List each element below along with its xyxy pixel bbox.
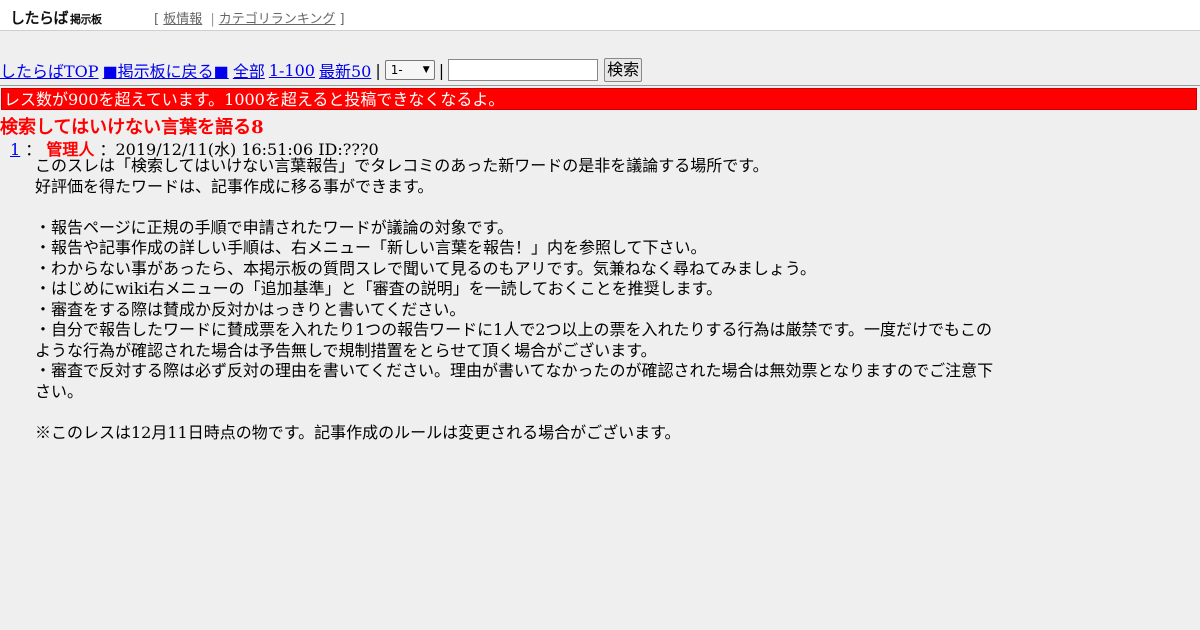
post-line: さい。 xyxy=(35,381,84,401)
header-separator: | xyxy=(210,12,215,27)
thread-navigation: したらばTOP ■掲示板に戻る■ 全部 1-100 最新50 | 1- ▼ | … xyxy=(0,57,643,83)
board-info-link[interactable]: 板情報 xyxy=(163,12,202,27)
dropdown-arrow-icon: ▼ xyxy=(422,65,430,75)
category-ranking-link[interactable]: カテゴリランキング xyxy=(219,12,336,27)
post-body: このスレは「検索してはいけない言葉報告」でタレコミのあった新ワードの是非を議論す… xyxy=(35,156,1010,443)
site-logo[interactable]: したらば 掲示板 xyxy=(10,7,102,28)
post-line: ・報告ページに正規の手順で申請されたワードが議論の対象です。 xyxy=(35,217,514,237)
divider xyxy=(0,85,1200,86)
bracket-close: ] xyxy=(339,12,345,27)
post-line: ・審査で反対する際は必ず反対の理由を書いてください。理由が書いてなかったのが確認… xyxy=(35,361,994,380)
post-line: ・わからない事があったら、本掲示板の質問スレで聞いて見るのもアリです。気兼ねなく… xyxy=(35,258,816,278)
logo-main-text: したらば xyxy=(10,9,69,27)
search-input[interactable] xyxy=(448,59,599,81)
post-line: ・自分で報告したワードに賛成票を入れたり1つの報告ワードに1人で2つ以上の票を入… xyxy=(35,320,992,339)
logo-sub-text: 掲示板 xyxy=(70,13,102,26)
all-posts-link[interactable]: 全部 xyxy=(233,58,265,82)
range-select-value: 1- xyxy=(390,63,403,77)
post-line xyxy=(35,197,1010,218)
posts-1-100-link[interactable]: 1-100 xyxy=(269,61,315,80)
post-line: ・はじめにwiki右メニューの「追加基準」と「審査の説明」を一読しておくことを推… xyxy=(35,279,723,298)
latest-50-link[interactable]: 最新50 xyxy=(319,58,371,82)
search-button[interactable]: 検索 xyxy=(604,58,643,82)
bracket-open: [ xyxy=(154,12,160,27)
post-line: 好評価を得たワードは、記事作成に移る事ができます。 xyxy=(35,176,434,196)
post-line: ・審査をする際は賛成か反対かはっきりと書いてください。 xyxy=(35,299,466,319)
back-to-board-link[interactable]: ■掲示板に戻る■ xyxy=(103,58,229,82)
header-links: [ 板情報 | カテゴリランキング ] xyxy=(154,8,345,27)
post-line: ・報告や記事作成の詳しい手順は、右メニュー「新しい言葉を報告！」内を参照して下さ… xyxy=(35,238,707,257)
post-line xyxy=(35,402,1010,423)
post-line: このスレは「検索してはいけない言葉報告」でタレコミのあった新ワードの是非を議論す… xyxy=(35,156,769,175)
post-line: ※このレスは12月11日時点の物です。記事作成のルールは変更される場合がございま… xyxy=(35,422,681,442)
shitaraba-top-link[interactable]: したらばTOP xyxy=(0,58,99,82)
post-number-link[interactable]: 1 xyxy=(10,140,20,159)
range-select[interactable]: 1- ▼ xyxy=(384,60,435,80)
post-limit-warning: レス数が900を超えています。1000を超えると投稿できなくなるよ。 xyxy=(1,88,1197,110)
post-line: ような行為が確認された場合は予告無しで規制措置をとらせて頂く場合がございます。 xyxy=(35,340,657,360)
site-header: したらば 掲示板 [ 板情報 | カテゴリランキング ] xyxy=(0,0,1200,31)
nav-separator: | xyxy=(375,60,381,80)
nav-separator: | xyxy=(438,60,445,80)
